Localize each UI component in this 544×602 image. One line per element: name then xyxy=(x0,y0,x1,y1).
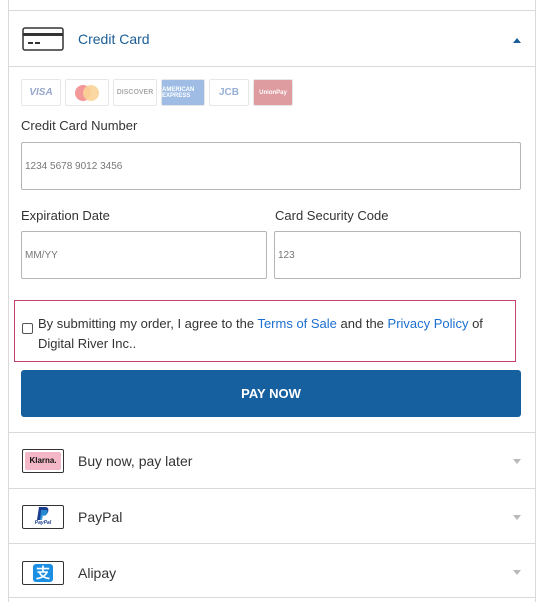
alipay-logo: 支 xyxy=(21,559,65,587)
expiration-date-label: Expiration Date xyxy=(21,208,110,223)
terms-of-sale-link[interactable]: Terms of Sale xyxy=(257,316,336,331)
card-brand-logos: VISA DISCOVER AMERICAN EXPRESS JCB Union… xyxy=(21,79,293,106)
credit-card-method-header[interactable]: Credit Card xyxy=(8,10,536,66)
discover-logo: DISCOVER xyxy=(113,79,157,106)
paypal-method-header[interactable]: PayPal PayPal xyxy=(8,488,536,544)
credit-card-label: Credit Card xyxy=(78,30,150,47)
consent-text: By submitting my order, I agree to the T… xyxy=(38,316,483,351)
privacy-policy-link[interactable]: Privacy Policy xyxy=(388,316,469,331)
card-number-input[interactable]: 1234 5678 9012 3456 xyxy=(21,142,521,190)
security-code-label: Card Security Code xyxy=(275,208,389,223)
bottom-divider xyxy=(8,597,536,598)
visa-logo: VISA xyxy=(21,79,61,106)
alipay-method-header[interactable]: 支 Alipay xyxy=(8,543,536,602)
chevron-down-icon[interactable] xyxy=(513,515,521,520)
security-code-input[interactable]: 123 xyxy=(274,231,521,279)
pay-now-button[interactable]: PAY NOW xyxy=(21,370,521,417)
unionpay-logo: UnionPay xyxy=(253,79,293,106)
mastercard-logo xyxy=(65,79,109,106)
expiration-date-input[interactable]: MM/YY xyxy=(21,231,267,279)
klarna-logo: Klarna. xyxy=(21,447,65,475)
panel-top-edge xyxy=(8,0,536,10)
amex-logo: AMERICAN EXPRESS xyxy=(161,79,205,106)
alipay-label: Alipay xyxy=(78,565,117,581)
klarna-method-header[interactable]: Klarna. Buy now, pay later xyxy=(8,432,536,488)
consent-checkbox[interactable] xyxy=(22,323,33,334)
credit-card-icon xyxy=(21,25,65,53)
klarna-label: Buy now, pay later xyxy=(78,452,193,469)
card-number-label: Credit Card Number xyxy=(21,118,138,133)
chevron-up-icon[interactable] xyxy=(513,38,521,43)
consent-box: By submitting my order, I agree to the T… xyxy=(14,300,516,362)
chevron-down-icon[interactable] xyxy=(513,570,521,575)
paypal-label: PayPal xyxy=(78,508,123,525)
jcb-logo: JCB xyxy=(209,79,249,106)
paypal-logo: PayPal xyxy=(21,503,65,531)
chevron-down-icon[interactable] xyxy=(513,459,521,464)
